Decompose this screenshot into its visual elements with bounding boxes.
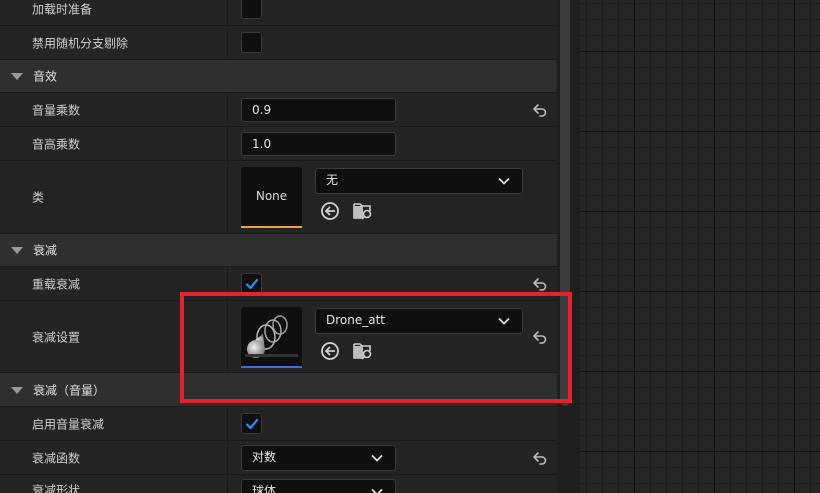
property-label: 类 bbox=[32, 190, 45, 205]
property-label: 重载衰减 bbox=[32, 277, 81, 291]
reset-arrow-icon[interactable] bbox=[532, 329, 548, 345]
triangle-down-icon[interactable] bbox=[11, 73, 23, 80]
class-asset-thumbnail[interactable]: None bbox=[241, 167, 302, 228]
reset-arrow-icon[interactable] bbox=[532, 450, 548, 466]
property-row-override-attenuation: 重载衰减 bbox=[0, 267, 557, 301]
section-header-attenuation[interactable]: 衰减 bbox=[0, 234, 557, 267]
property-row-enable-volume-attenuation: 启用音量衰减 bbox=[0, 407, 557, 441]
section-header-sound[interactable]: 音效 bbox=[0, 60, 557, 93]
attenuation-shape-value: 球体 bbox=[252, 484, 277, 493]
property-label: 禁用随机分支剔除 bbox=[32, 36, 129, 50]
property-row-attenuation-settings: 衰减设置 Drone_att bbox=[0, 301, 557, 373]
column-divider[interactable] bbox=[227, 0, 228, 25]
property-row-attenuation-shape: 衰减形状 球体 bbox=[0, 475, 557, 493]
section-title: 衰减 bbox=[33, 243, 58, 258]
class-dropdown-value: 无 bbox=[326, 173, 339, 187]
arrow-left-circle-icon[interactable] bbox=[319, 340, 341, 362]
property-label: 启用音量衰减 bbox=[32, 417, 105, 431]
load-prep-checkbox[interactable] bbox=[241, 0, 262, 19]
property-row-disable-random-branch: 禁用随机分支剔除 bbox=[0, 26, 557, 60]
property-row-volume-multiplier: 音量乘数 0.9 bbox=[0, 93, 557, 127]
folder-search-icon[interactable] bbox=[352, 340, 374, 362]
chevron-down-icon bbox=[371, 454, 383, 462]
property-label: 衰减设置 bbox=[32, 330, 81, 344]
attenuation-shape-dropdown[interactable]: 球体 bbox=[241, 479, 396, 493]
chevron-down-icon bbox=[498, 317, 510, 325]
folder-search-icon[interactable] bbox=[352, 200, 374, 222]
disable-random-branch-checkbox[interactable] bbox=[241, 31, 262, 53]
checkmark-icon bbox=[245, 278, 259, 289]
triangle-down-icon[interactable] bbox=[11, 247, 23, 254]
pitch-multiplier-input[interactable]: 1.0 bbox=[241, 131, 396, 156]
graph-editor-grid[interactable] bbox=[580, 0, 820, 493]
column-divider[interactable] bbox=[227, 301, 228, 372]
column-divider[interactable] bbox=[227, 161, 228, 233]
override-attenuation-checkbox[interactable] bbox=[241, 272, 262, 294]
property-row-class: 类 None 无 bbox=[0, 161, 557, 234]
attenuation-function-dropdown[interactable]: 对数 bbox=[241, 445, 396, 471]
scrollbar-thumb[interactable] bbox=[560, 0, 570, 406]
class-dropdown[interactable]: 无 bbox=[315, 168, 523, 194]
column-divider[interactable] bbox=[227, 267, 228, 300]
property-label: 音高乘数 bbox=[32, 137, 81, 151]
column-divider[interactable] bbox=[227, 93, 228, 126]
property-row-pitch-multiplier: 音高乘数 1.0 bbox=[0, 127, 557, 161]
triangle-down-icon[interactable] bbox=[11, 386, 23, 394]
thumbnail-underline bbox=[241, 226, 302, 228]
property-row-attenuation-function: 衰减函数 对数 bbox=[0, 441, 557, 475]
section-header-attenuation-volume[interactable]: 衰减（音量） bbox=[0, 373, 557, 407]
column-divider[interactable] bbox=[227, 475, 228, 493]
section-title: 音效 bbox=[33, 69, 58, 84]
details-panel: 加载时准备 禁用随机分支剔除 音效 音量乘数 0.9 音高乘数 1.0 类 No… bbox=[0, 0, 557, 493]
reset-arrow-icon[interactable] bbox=[532, 276, 548, 292]
attenuation-settings-dropdown[interactable]: Drone_att bbox=[315, 308, 523, 334]
attenuation-function-value: 对数 bbox=[252, 450, 277, 464]
checkmark-icon bbox=[245, 418, 259, 429]
attenuation-asset-icon bbox=[245, 315, 298, 358]
volume-multiplier-input[interactable]: 0.9 bbox=[241, 97, 396, 122]
property-label: 衰减函数 bbox=[32, 451, 81, 465]
thumbnail-none-text: None bbox=[255, 189, 288, 203]
property-row-load-prep: 加载时准备 bbox=[0, 0, 557, 26]
column-divider[interactable] bbox=[227, 441, 228, 474]
attenuation-settings-value: Drone_att bbox=[326, 313, 386, 327]
enable-volume-attenuation-checkbox[interactable] bbox=[241, 412, 262, 434]
attenuation-asset-thumbnail[interactable] bbox=[241, 307, 302, 368]
section-title: 衰减（音量） bbox=[33, 383, 106, 397]
column-divider[interactable] bbox=[227, 26, 228, 59]
arrow-left-circle-icon[interactable] bbox=[319, 200, 341, 222]
chevron-down-icon bbox=[498, 177, 510, 185]
chevron-down-icon bbox=[371, 488, 383, 493]
thumbnail-underline bbox=[241, 366, 302, 368]
column-divider[interactable] bbox=[227, 407, 228, 440]
property-label: 加载时准备 bbox=[32, 2, 93, 16]
reset-arrow-icon[interactable] bbox=[532, 102, 548, 118]
property-label: 音量乘数 bbox=[32, 103, 81, 117]
property-label: 衰减形状 bbox=[32, 483, 81, 493]
column-divider[interactable] bbox=[227, 127, 228, 160]
